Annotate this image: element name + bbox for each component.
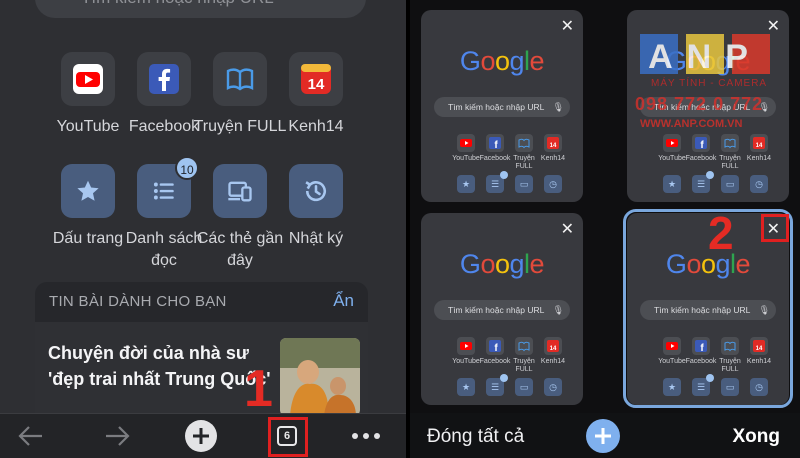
mini-shortcut: 14 Kenh14 — [536, 134, 570, 163]
mic-icon: 🎙 — [552, 305, 564, 315]
shortcut-kenh14[interactable]: 14 Kenh14 — [266, 52, 366, 138]
annotation-box-2 — [761, 214, 789, 242]
history-icon — [289, 164, 343, 218]
new-tab-button[interactable] — [586, 419, 620, 453]
plus-icon — [595, 428, 611, 444]
more-dots-icon — [352, 433, 380, 439]
done-button[interactable]: Xong — [733, 426, 781, 448]
reading-list-icon: 10 — [137, 156, 199, 218]
mini-action: ◷ — [742, 175, 776, 193]
mini-action: ◷ — [742, 378, 776, 396]
svg-text:14: 14 — [756, 143, 763, 149]
left-screenshot: Tìm kiếm hoặc nhập URL YouTube Facebook … — [0, 0, 406, 458]
svg-text:14: 14 — [550, 143, 557, 149]
kenh14-icon: 14 — [289, 52, 343, 106]
watermark: ANP MÁY TÍNH - CAMERA 098 772 0 772 WWW.… — [635, 32, 797, 137]
card-search-input: Tìm kiếm hoặc nhập URL 🎙 — [640, 300, 776, 320]
card-search-input: Tìm kiếm hoặc nhập URL 🎙 — [434, 97, 570, 117]
news-title: Chuyện đời của nhà sư 'đẹp trai nhất Tru… — [48, 343, 271, 389]
youtube-icon — [61, 52, 115, 106]
tab-card[interactable]: ✕ Google Tìm kiếm hoặc nhập URL🎙 YouTube… — [421, 10, 583, 202]
devices-icon — [213, 164, 267, 218]
back-button[interactable] — [14, 420, 48, 452]
close-tab-icon[interactable]: ✕ — [561, 219, 574, 239]
facebook-icon — [137, 52, 191, 106]
shortcut-label: Kenh14 — [288, 118, 344, 135]
mini-action: ◷ — [536, 175, 570, 193]
annotation-number-1: 1 — [244, 360, 273, 418]
svg-text:14: 14 — [756, 346, 763, 352]
arrow-left-icon — [18, 426, 42, 446]
close-all-button[interactable]: Đóng tất cả — [427, 426, 524, 448]
watermark-url: WWW.ANP.COM.VN — [640, 118, 743, 130]
mini-action: ◷ — [536, 378, 570, 396]
star-icon — [61, 164, 115, 218]
book-icon — [213, 52, 267, 106]
annotation-number-2: 2 — [708, 207, 734, 259]
google-logo: Google — [459, 46, 545, 76]
tab-card[interactable]: ✕ Google Tìm kiếm hoặc nhập URL🎙 YouTube… — [421, 213, 583, 405]
forward-button[interactable] — [100, 420, 134, 452]
mic-icon: 🎙 — [758, 305, 770, 315]
more-menu-button[interactable] — [350, 420, 382, 452]
mini-shortcut: 14 Kenh14 — [742, 134, 776, 163]
card-search-input: Tìm kiếm hoặc nhập URL 🎙 — [434, 300, 570, 320]
right-screenshot: ✕ Google Tìm kiếm hoặc nhập URL 🎙 YouTube… — [410, 0, 800, 458]
watermark-tagline: MÁY TÍNH - CAMERA — [651, 78, 768, 89]
news-header: TIN BÀI DÀNH CHO BẠN — [49, 293, 227, 310]
news-hide-button[interactable]: Ẩn — [333, 291, 354, 311]
arrow-right-icon — [106, 426, 130, 446]
anp-logo: ANP — [640, 34, 770, 76]
google-logo: Google — [459, 249, 545, 279]
plus-icon — [185, 420, 217, 452]
mic-icon: 🎙 — [552, 102, 564, 112]
close-tab-icon[interactable]: ✕ — [561, 16, 574, 36]
svg-text:14: 14 — [550, 346, 557, 352]
mini-shortcut: 14 Kenh14 — [742, 337, 776, 366]
svg-text:14: 14 — [308, 76, 325, 93]
new-tab-button[interactable] — [184, 420, 218, 452]
search-input[interactable]: Tìm kiếm hoặc nhập URL — [35, 0, 366, 18]
mini-shortcut: 14 Kenh14 — [536, 337, 570, 366]
svg-text:ANP: ANP — [648, 38, 762, 76]
tab-switcher-toolbar: Đóng tất cả Xong — [410, 413, 800, 458]
bottom-toolbar: 6 — [0, 413, 406, 458]
news-thumbnail — [280, 338, 360, 416]
watermark-phone: 098 772 0 772 — [635, 94, 764, 114]
action-history[interactable]: Nhật ký — [266, 164, 366, 250]
action-label: Nhật ký — [288, 230, 344, 247]
annotation-box-1 — [268, 417, 308, 457]
